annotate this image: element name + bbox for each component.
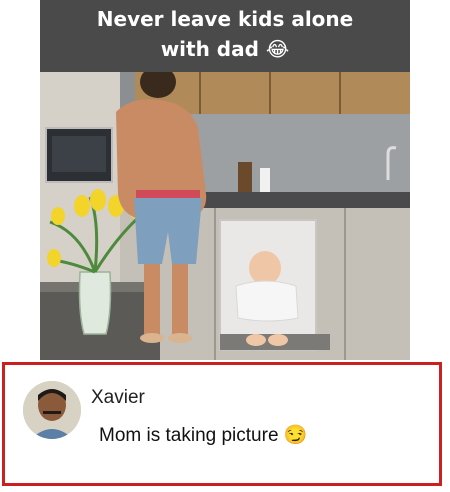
avatar[interactable] <box>23 381 81 439</box>
meme-image: Never leave kids alone with dad 😂 <box>40 0 410 360</box>
commenter-name[interactable]: Xavier <box>91 387 145 409</box>
avatar-portrait <box>23 381 81 439</box>
smirk-emoji: 😏 <box>283 425 308 446</box>
kitchen-photo <box>40 72 410 360</box>
comment-text: Mom is taking picture 😏 <box>99 423 307 447</box>
comment-box: Xavier Mom is taking picture 😏 <box>2 362 442 486</box>
caption-line-2: with dad 😂 <box>40 34 410 64</box>
laughing-emoji: 😂 <box>265 37 290 61</box>
caption-line-2-text: with dad <box>160 37 259 61</box>
caption-line-1: Never leave kids alone <box>96 7 354 31</box>
comment-text-body: Mom is taking picture <box>99 425 279 446</box>
caption-band: Never leave kids alone with dad 😂 <box>40 0 410 72</box>
meme-caption: Never leave kids alone with dad 😂 <box>40 4 410 64</box>
